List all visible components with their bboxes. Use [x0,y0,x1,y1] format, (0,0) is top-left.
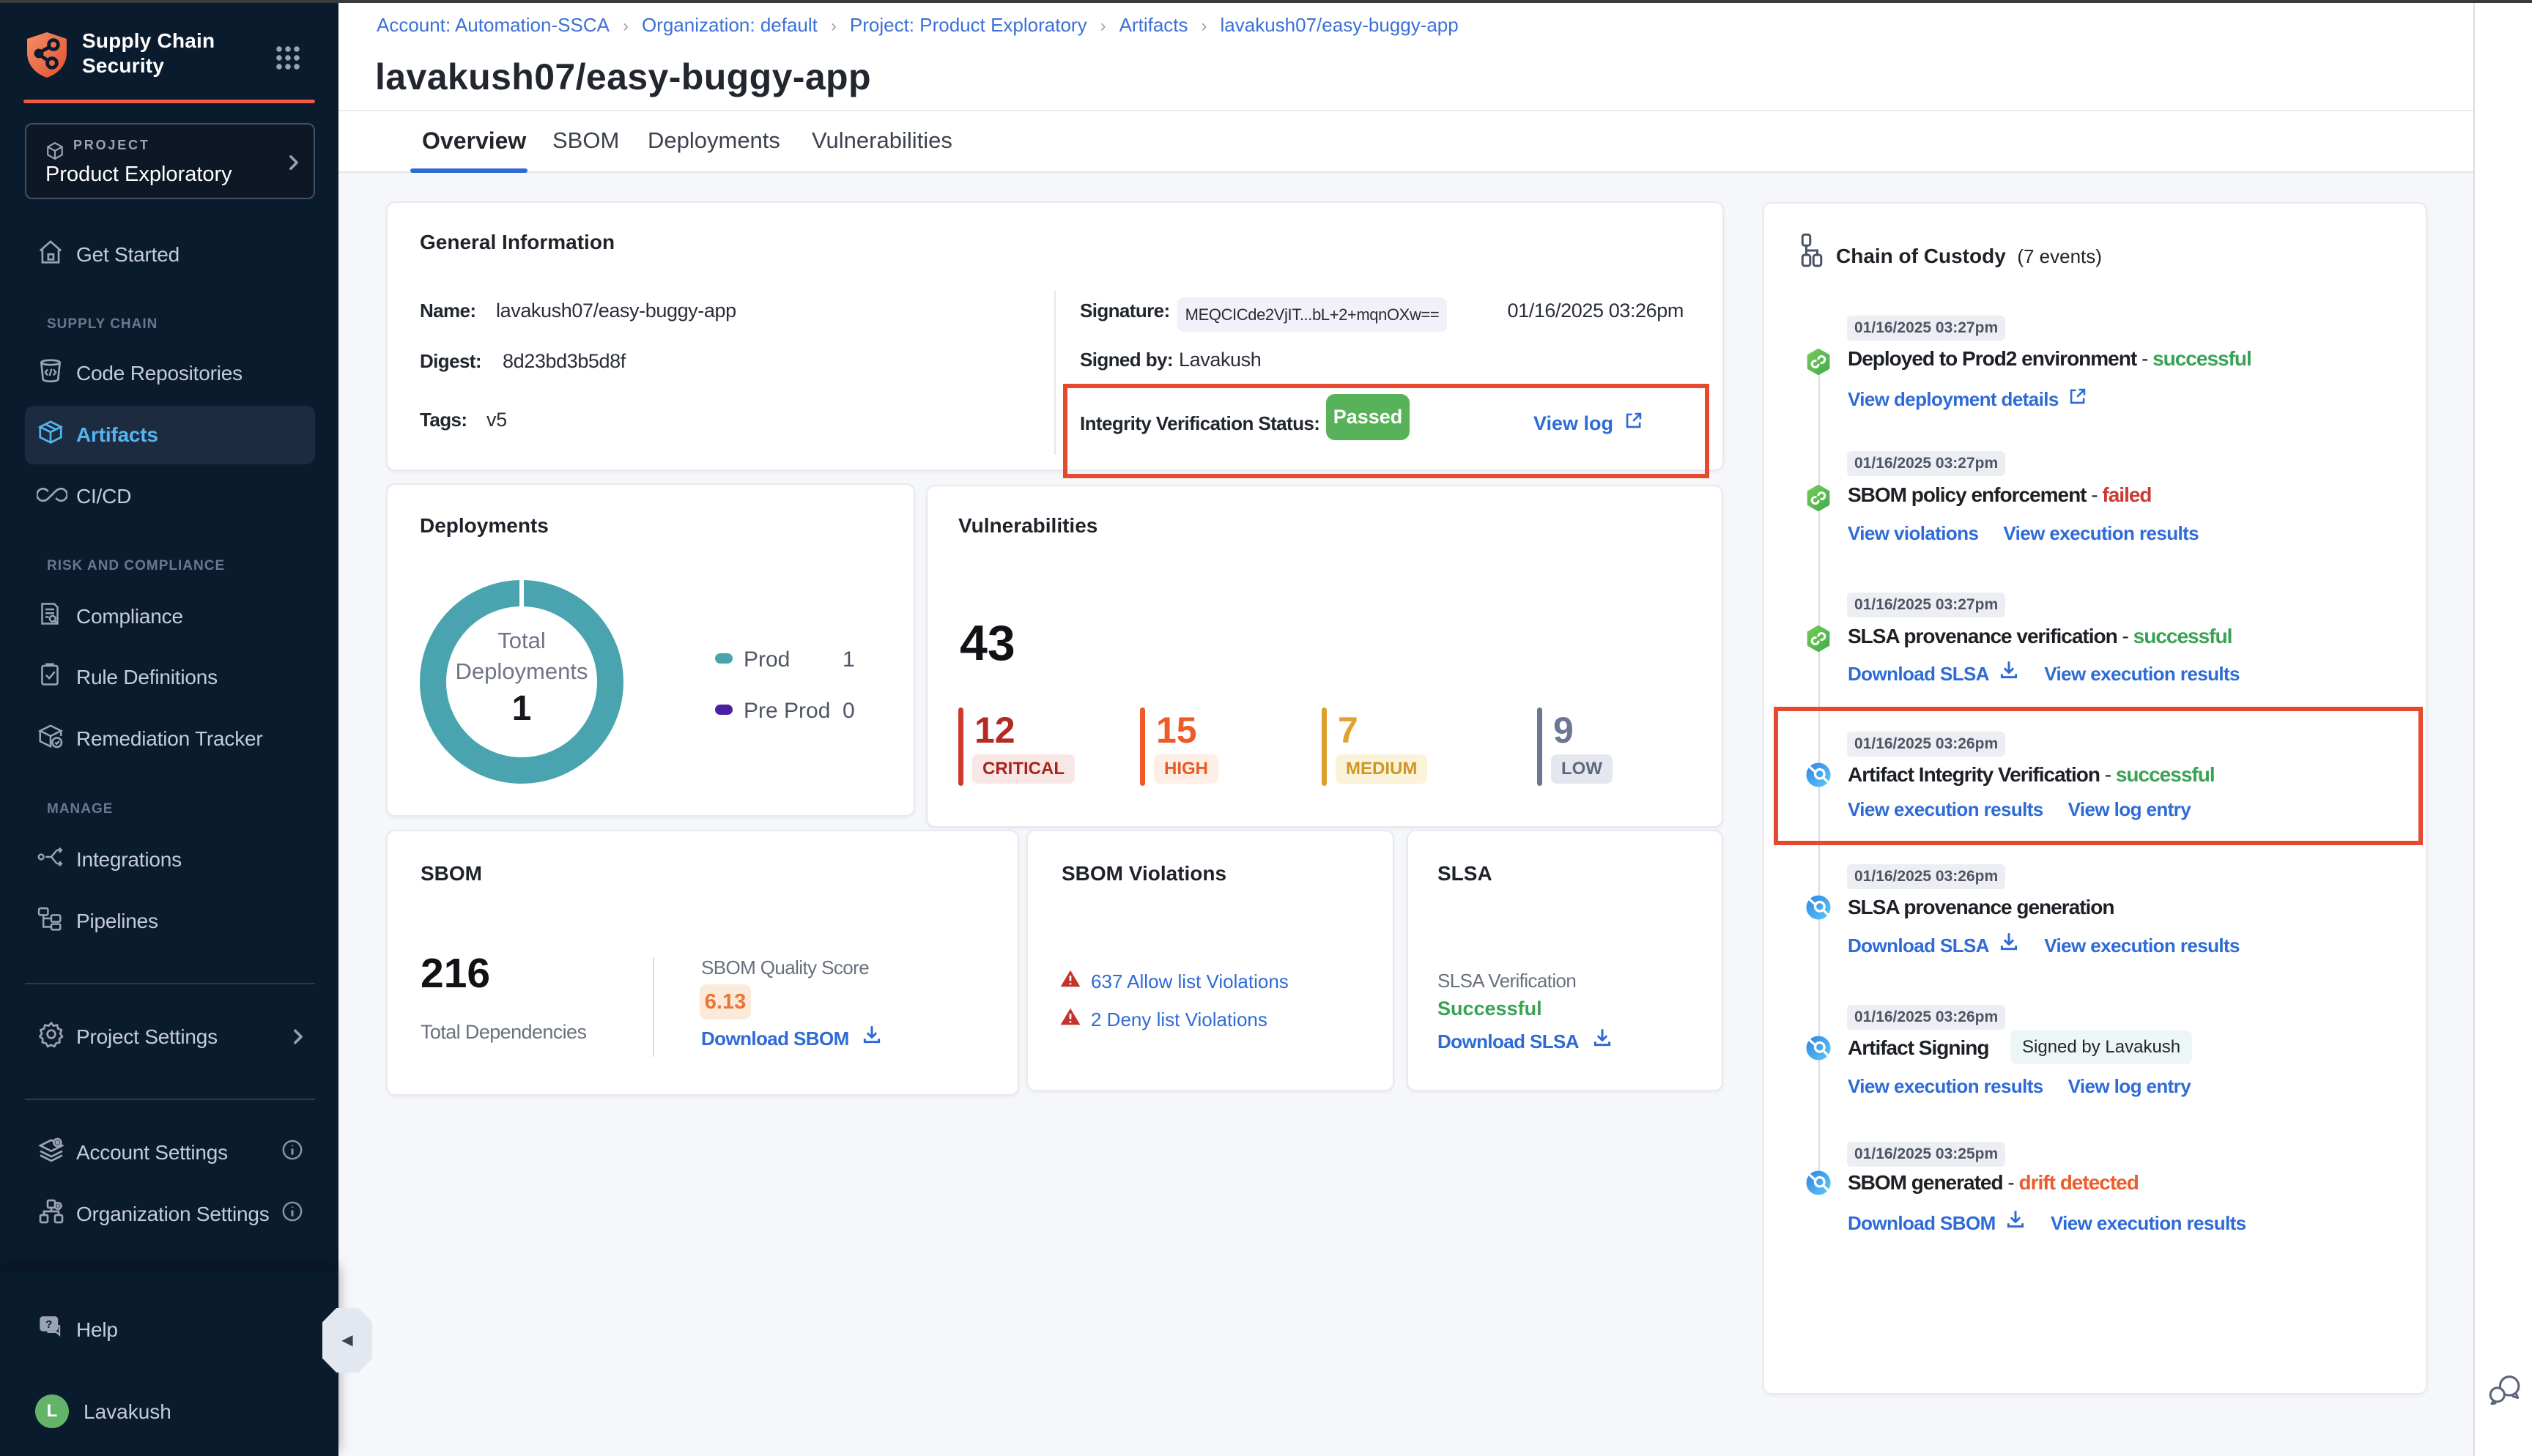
svg-text:?: ? [45,1318,52,1331]
